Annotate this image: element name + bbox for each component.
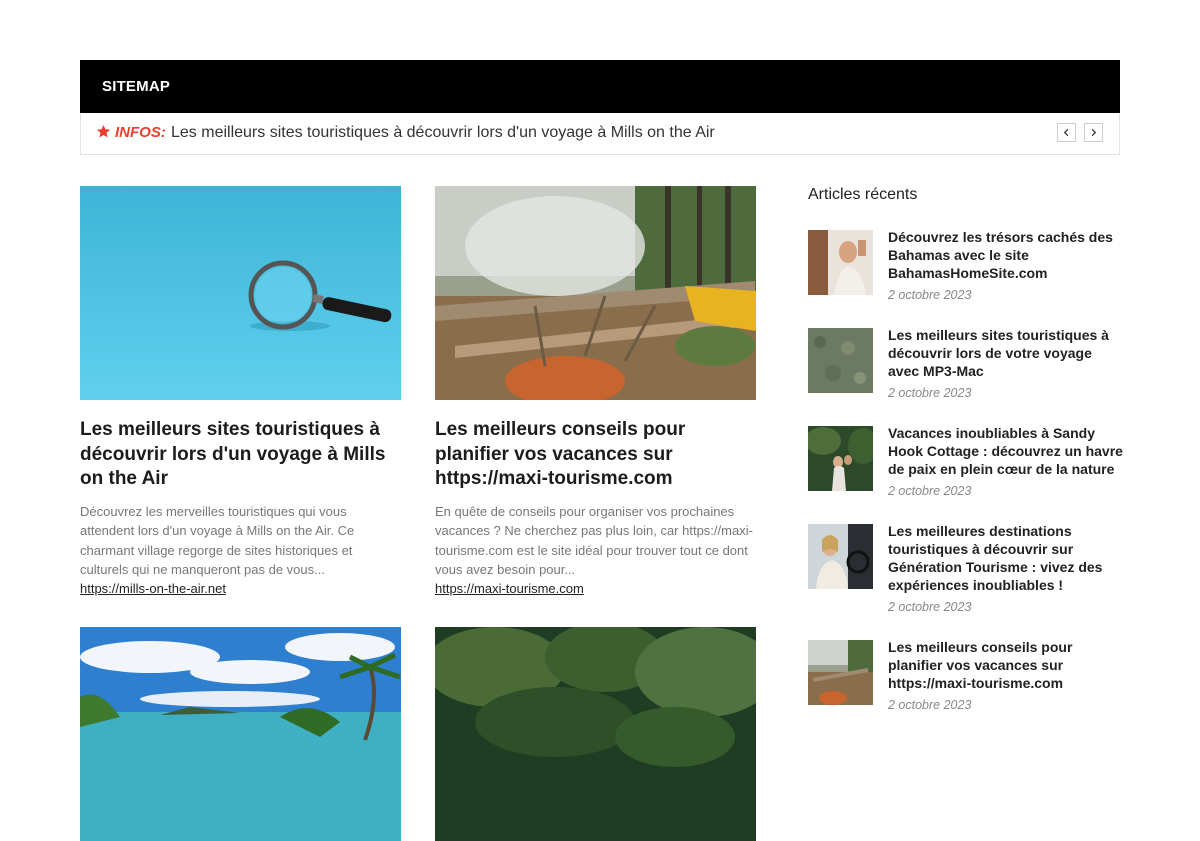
post-title[interactable]: Les meilleurs conseils pour planifier vo… [435, 418, 756, 492]
ticker-headline[interactable]: Les meilleurs sites touristiques à décou… [171, 124, 715, 142]
post-image-forest-clearing[interactable] [435, 186, 756, 400]
article-title[interactable]: Les meilleurs sites touristiques à décou… [888, 326, 1123, 380]
post-link[interactable]: https://maxi-tourisme.com [435, 581, 584, 596]
chevron-left-icon [1063, 128, 1069, 137]
article-date: 2 octobre 2023 [888, 386, 972, 400]
sidebar-heading: Articles récents [808, 186, 918, 203]
article-title[interactable]: Les meilleures destinations touristiques… [888, 522, 1123, 594]
post-card: Les meilleurs conseils pour planifier vo… [435, 186, 756, 598]
post-link[interactable]: https://mills-on-the-air.net [80, 581, 226, 596]
post-card: Les meilleurs sites touristiques à décou… [80, 186, 401, 598]
article-thumbnail[interactable] [808, 640, 873, 705]
post-card [80, 627, 401, 841]
star-icon [96, 124, 111, 138]
news-ticker: INFOS: Les meilleurs sites touristiques … [80, 113, 1120, 155]
article-thumbnail[interactable] [808, 524, 873, 589]
post-card [435, 627, 756, 841]
article-date: 2 octobre 2023 [888, 698, 972, 712]
ticker-label: INFOS: [115, 124, 166, 141]
site-title[interactable]: SITEMAP [102, 78, 170, 95]
recent-articles-sidebar: Articles récents Découvrez les trésors c… [808, 186, 1123, 712]
post-excerpt: En quête de conseils pour organiser vos … [435, 503, 753, 578]
article-thumbnail[interactable] [808, 426, 873, 491]
ticker-prev-button[interactable] [1057, 123, 1076, 142]
article-thumbnail[interactable] [808, 328, 873, 393]
post-image-forest-canopy[interactable] [435, 627, 756, 841]
post-excerpt: Découvrez les merveilles touristiques qu… [80, 503, 355, 578]
chevron-right-icon [1091, 128, 1097, 137]
article-date: 2 octobre 2023 [888, 600, 972, 614]
ticker-next-button[interactable] [1084, 123, 1103, 142]
post-title[interactable]: Les meilleurs sites touristiques à décou… [80, 418, 401, 492]
header-bar: SITEMAP [80, 60, 1120, 113]
post-image-tropical-beach[interactable] [80, 627, 401, 841]
article-title[interactable]: Découvrez les trésors cachés des Bahamas… [888, 228, 1123, 282]
article-date: 2 octobre 2023 [888, 484, 972, 498]
article-thumbnail[interactable] [808, 230, 873, 295]
article-title[interactable]: Les meilleurs conseils pour planifier vo… [888, 638, 1123, 692]
post-image-magnifying-glass[interactable] [80, 186, 401, 400]
article-date: 2 octobre 2023 [888, 288, 972, 302]
article-title[interactable]: Vacances inoubliables à Sandy Hook Cotta… [888, 424, 1123, 478]
